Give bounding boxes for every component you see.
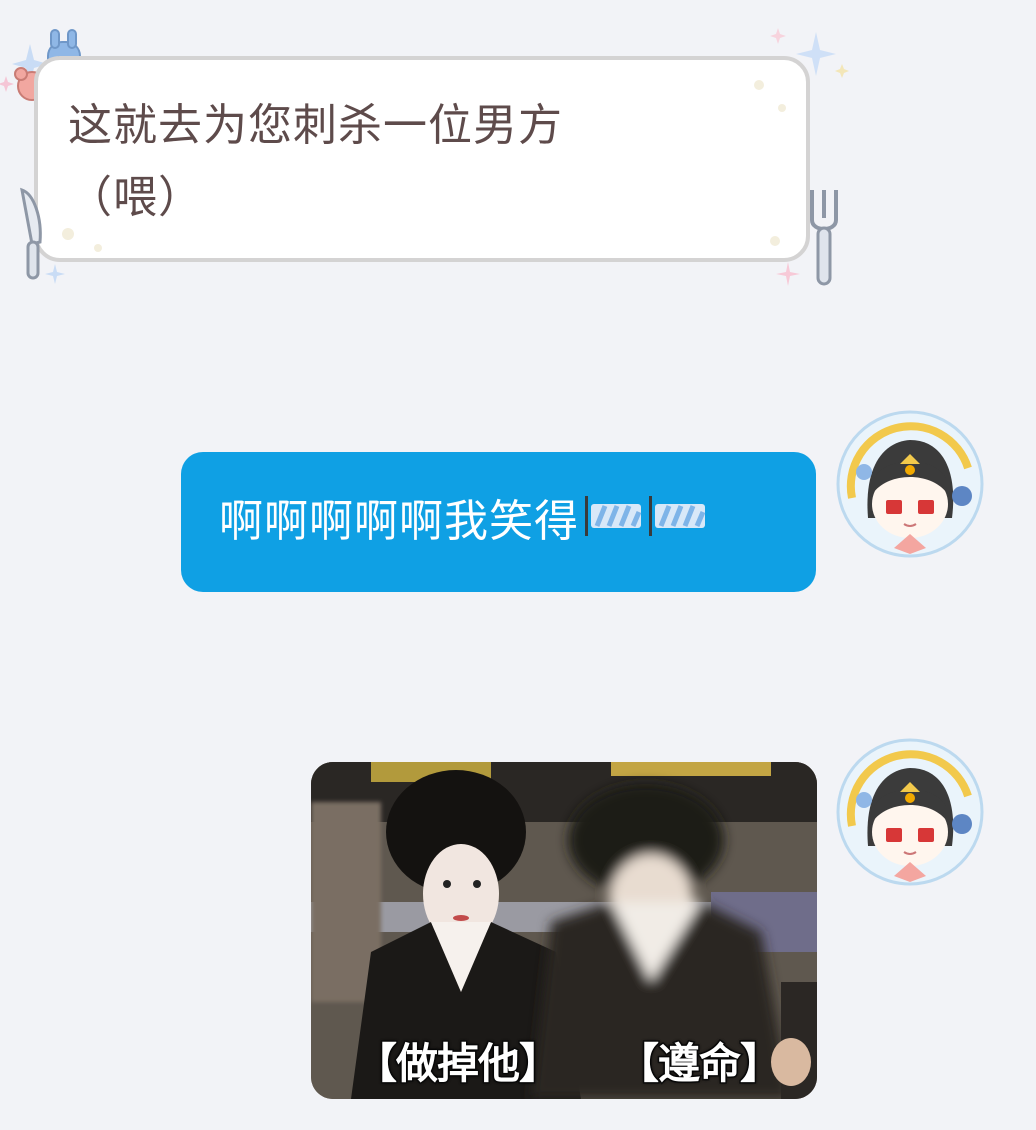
outgoing-message-content: 啊啊啊啊啊我笑得 (219, 496, 579, 547)
incoming-line-1: 这就去为您刺杀一位男方 (68, 100, 563, 151)
outgoing-message-text: 啊啊啊啊啊我笑得 (219, 490, 713, 558)
fork-icon (810, 190, 838, 286)
blush-icon (583, 490, 713, 558)
incoming-message-text: 这就去为您刺杀一位男方 （喂） (68, 90, 758, 234)
sparkle-icon (776, 262, 800, 286)
meme-caption-left: 【做掉他】 (353, 1038, 562, 1090)
user-avatar[interactable] (834, 736, 986, 888)
incoming-line-2: （喂） (68, 172, 203, 223)
meme-caption-right: 【遵命】 (615, 1038, 783, 1090)
outgoing-text-bubble: 啊啊啊啊啊我笑得 (181, 452, 816, 592)
sparkle-icon (45, 264, 65, 284)
outgoing-image-message[interactable]: 【做掉他】 【遵命】 (311, 762, 817, 1099)
incoming-bubble: 这就去为您刺杀一位男方 （喂） (34, 56, 810, 262)
incoming-message: 这就去为您刺杀一位男方 （喂） (0, 20, 860, 290)
user-avatar[interactable] (834, 408, 986, 560)
